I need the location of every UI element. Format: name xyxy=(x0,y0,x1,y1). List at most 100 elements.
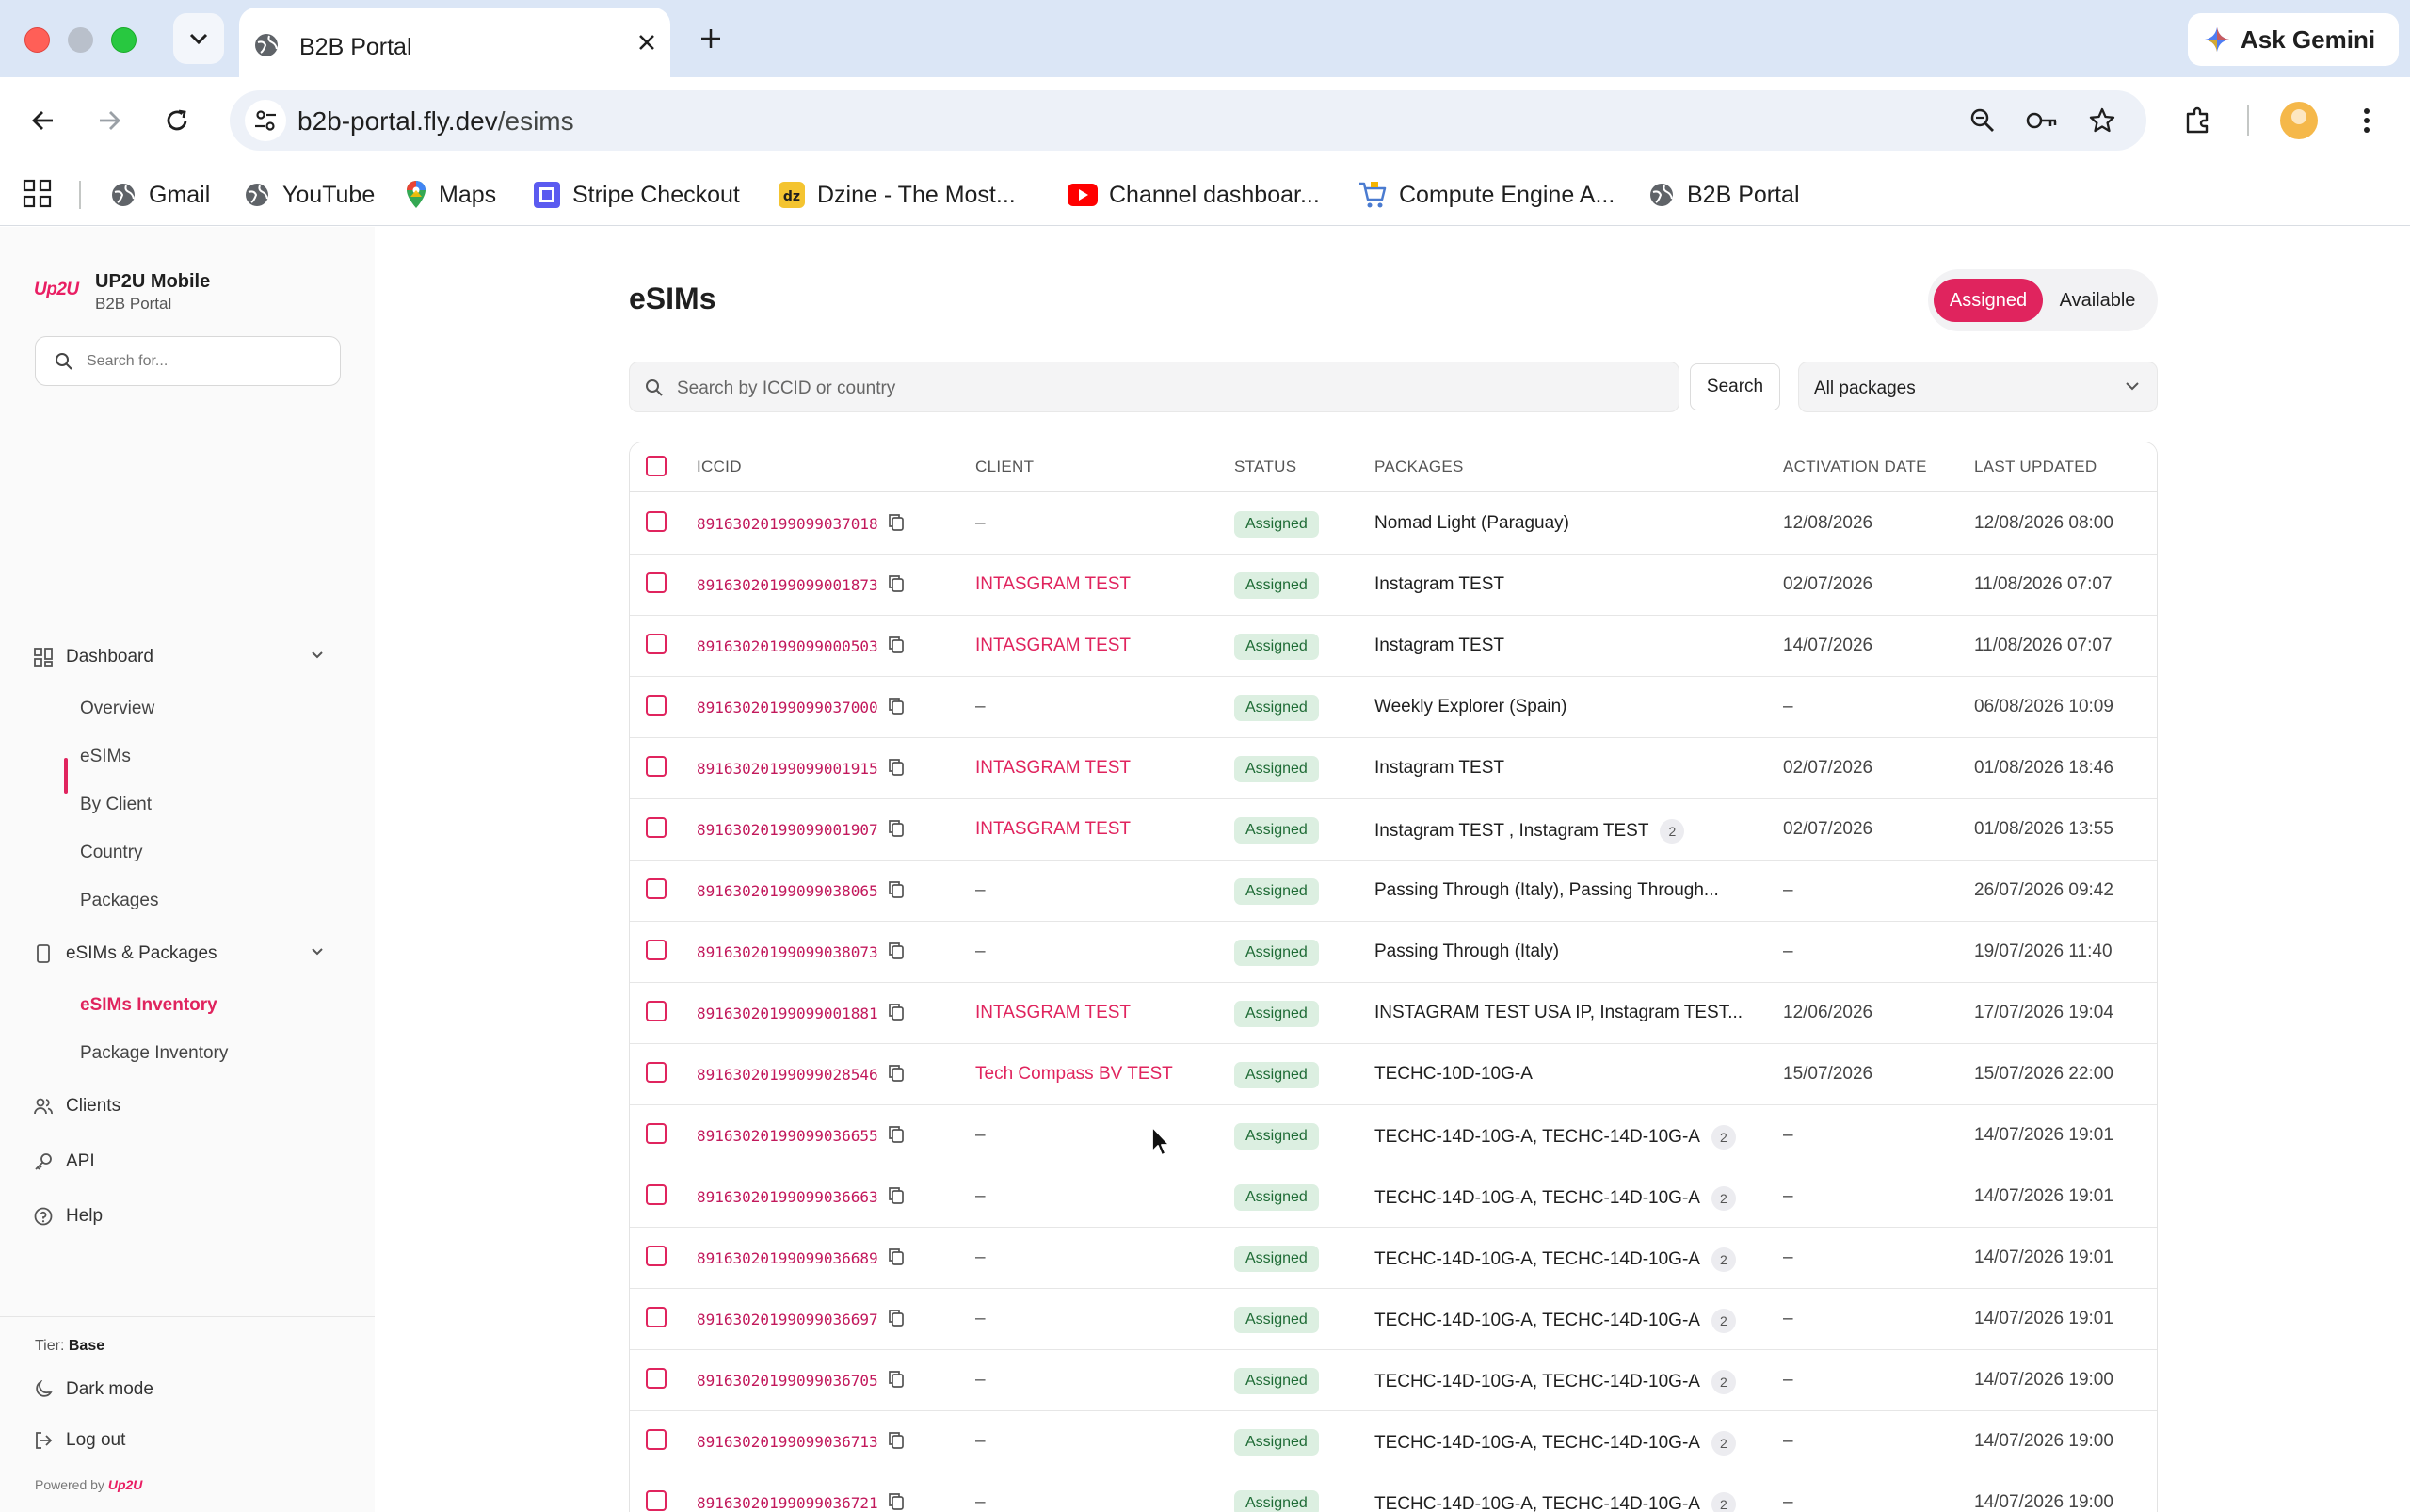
window-maximize-button[interactable] xyxy=(111,27,137,53)
iccid-link[interactable]: 89163020199099001881 xyxy=(697,1005,878,1022)
bookmark-dzine[interactable]: dz Dzine - The Most... xyxy=(778,177,1016,213)
row-checkbox[interactable] xyxy=(646,756,667,777)
copy-icon[interactable] xyxy=(888,1003,905,1026)
more-packages-badge[interactable]: 2 xyxy=(1711,1309,1736,1333)
table-row[interactable]: 89163020199099037000 – Assigned Weekly Expl… xyxy=(630,677,2157,738)
bookmark-compute-engine[interactable]: Compute Engine A... xyxy=(1358,177,1615,213)
row-checkbox[interactable] xyxy=(646,1001,667,1021)
client-cell[interactable]: INTASGRAM TEST xyxy=(975,758,1131,779)
iccid-link[interactable]: 89163020199099036663 xyxy=(697,1188,878,1206)
row-checkbox[interactable] xyxy=(646,634,667,654)
iccid-link[interactable]: 89163020199099036655 xyxy=(697,1127,878,1145)
more-packages-badge[interactable]: 2 xyxy=(1711,1247,1736,1272)
sidebar-search-input[interactable]: Search for... xyxy=(35,336,341,386)
row-checkbox[interactable] xyxy=(646,1062,667,1083)
row-checkbox[interactable] xyxy=(646,940,667,960)
back-button[interactable] xyxy=(21,98,66,143)
toggle-assigned[interactable]: Assigned xyxy=(1934,279,2043,322)
column-header-packages[interactable]: PACKAGES xyxy=(1374,458,1464,476)
copy-icon[interactable] xyxy=(888,941,905,965)
row-checkbox[interactable] xyxy=(646,878,667,899)
more-packages-badge[interactable]: 2 xyxy=(1711,1492,1736,1512)
table-row[interactable]: 89163020199099036663 – Assigned TECHC-14D-1… xyxy=(630,1166,2157,1228)
column-header-client[interactable]: CLIENT xyxy=(975,458,1034,476)
sidebar-item-esims-inventory[interactable]: eSIMs Inventory xyxy=(80,989,217,1021)
extensions-button[interactable] xyxy=(2176,98,2221,143)
table-row[interactable]: 89163020199099036689 – Assigned TECHC-14D-1… xyxy=(630,1228,2157,1289)
copy-icon[interactable] xyxy=(888,1309,905,1332)
sidebar-item-help[interactable]: Help xyxy=(34,1200,103,1232)
copy-icon[interactable] xyxy=(888,635,905,659)
row-checkbox[interactable] xyxy=(646,1123,667,1144)
client-cell[interactable]: Tech Compass BV TEST xyxy=(975,1064,1173,1085)
copy-icon[interactable] xyxy=(888,574,905,598)
iccid-link[interactable]: 89163020199099036705 xyxy=(697,1372,878,1390)
bookmark-stripe-checkout[interactable]: Stripe Checkout xyxy=(533,177,740,213)
toggle-available[interactable]: Available xyxy=(2043,279,2152,322)
more-packages-badge[interactable]: 2 xyxy=(1711,1125,1736,1150)
browser-menu-button[interactable] xyxy=(2344,98,2389,143)
table-row[interactable]: 89163020199099037018 – Assigned Nomad Light… xyxy=(630,493,2157,555)
row-checkbox[interactable] xyxy=(646,1184,667,1205)
column-header-status[interactable]: STATUS xyxy=(1234,458,1296,476)
iccid-link[interactable]: 89163020199099001873 xyxy=(697,576,878,594)
iccid-link[interactable]: 89163020199099001907 xyxy=(697,821,878,839)
iccid-link[interactable]: 89163020199099001915 xyxy=(697,760,878,778)
copy-icon[interactable] xyxy=(888,697,905,720)
sidebar-item-api[interactable]: API xyxy=(34,1146,95,1178)
copy-icon[interactable] xyxy=(888,513,905,537)
iccid-link[interactable]: 89163020199099000503 xyxy=(697,637,878,655)
table-row[interactable]: 89163020199099001881 INTASGRAM TEST Assign… xyxy=(630,983,2157,1044)
table-row[interactable]: 89163020199099028546 Tech Compass BV TEST… xyxy=(630,1044,2157,1105)
new-tab-button[interactable] xyxy=(693,21,729,56)
table-row[interactable]: 89163020199099001873 INTASGRAM TEST Assign… xyxy=(630,555,2157,616)
ask-gemini-button[interactable]: Ask Gemini xyxy=(2188,13,2399,66)
iccid-link[interactable]: 89163020199099038073 xyxy=(697,943,878,961)
column-header-activation-date[interactable]: ACTIVATION DATE xyxy=(1783,458,1927,476)
copy-icon[interactable] xyxy=(888,1431,905,1455)
client-cell[interactable]: INTASGRAM TEST xyxy=(975,635,1131,656)
dark-mode-toggle[interactable]: Dark mode xyxy=(34,1374,153,1406)
forward-button[interactable] xyxy=(87,98,132,143)
more-packages-badge[interactable]: 2 xyxy=(1711,1186,1736,1211)
table-row[interactable]: 89163020199099038065 – Assigned Passing Thr… xyxy=(630,861,2157,922)
profile-avatar[interactable] xyxy=(2280,102,2318,139)
address-bar[interactable]: b2b-portal.fly.dev/esims xyxy=(230,90,2146,151)
bookmark-star-button[interactable] xyxy=(2083,102,2121,139)
table-row[interactable]: 89163020199099036705 – Assigned TECHC-14D-1… xyxy=(630,1350,2157,1411)
row-checkbox[interactable] xyxy=(646,817,667,838)
iccid-link[interactable]: 89163020199099036713 xyxy=(697,1433,878,1451)
bookmark-gmail[interactable]: Gmail xyxy=(109,177,210,213)
sidebar-group-dashboard[interactable]: Dashboard xyxy=(34,641,153,673)
zoom-button[interactable] xyxy=(1964,102,2001,139)
iccid-search-input[interactable]: Search by ICCID or country xyxy=(629,362,1679,412)
select-all-checkbox[interactable] xyxy=(646,456,667,476)
client-cell[interactable]: INTASGRAM TEST xyxy=(975,819,1131,840)
more-packages-badge[interactable]: 2 xyxy=(1711,1370,1736,1394)
copy-icon[interactable] xyxy=(888,1186,905,1210)
sidebar-item-package-inventory[interactable]: Package Inventory xyxy=(80,1037,228,1070)
row-checkbox[interactable] xyxy=(646,1246,667,1266)
row-checkbox[interactable] xyxy=(646,572,667,593)
table-row[interactable]: 89163020199099000503 INTASGRAM TEST Assign… xyxy=(630,616,2157,677)
reload-button[interactable] xyxy=(154,98,200,143)
log-out-button[interactable]: Log out xyxy=(34,1424,125,1456)
copy-icon[interactable] xyxy=(888,819,905,843)
iccid-link[interactable]: 89163020199099028546 xyxy=(697,1066,878,1084)
more-packages-badge[interactable]: 2 xyxy=(1711,1431,1736,1456)
column-header-iccid[interactable]: ICCID xyxy=(697,458,742,476)
tab-search-button[interactable] xyxy=(173,13,224,64)
client-cell[interactable]: INTASGRAM TEST xyxy=(975,1003,1131,1023)
sidebar-item-clients[interactable]: Clients xyxy=(34,1090,120,1122)
copy-icon[interactable] xyxy=(888,1247,905,1271)
sidebar-group-esims-packages[interactable]: eSIMs & Packages xyxy=(34,938,217,970)
bookmark-channel-dashboard[interactable]: Channel dashboar... xyxy=(1068,177,1320,213)
package-filter-select[interactable]: All packages xyxy=(1798,362,2158,412)
copy-icon[interactable] xyxy=(888,1492,905,1512)
iccid-link[interactable]: 89163020199099038065 xyxy=(697,882,878,900)
search-button[interactable]: Search xyxy=(1690,363,1780,410)
iccid-link[interactable]: 89163020199099036697 xyxy=(697,1311,878,1328)
sidebar-item-packages[interactable]: Packages xyxy=(80,885,158,917)
copy-icon[interactable] xyxy=(888,880,905,904)
passwords-button[interactable] xyxy=(2023,102,2061,139)
